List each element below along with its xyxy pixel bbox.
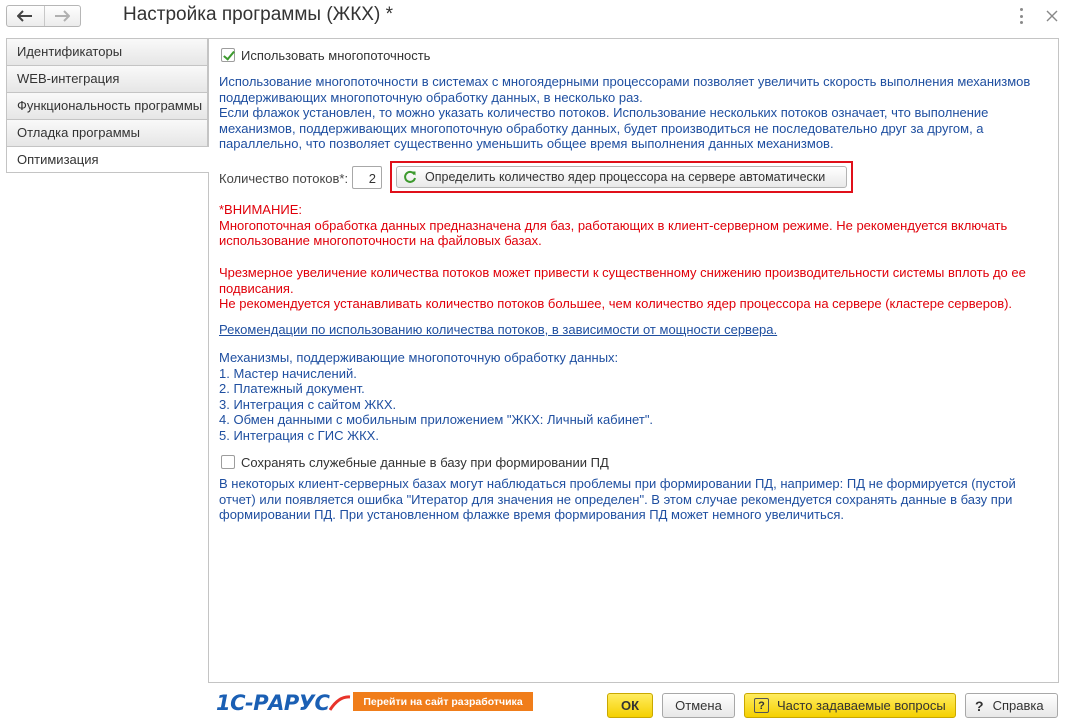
description-line: механизмов, поддерживающих многопоточную… [219, 120, 984, 136]
multithreading-description: Использование многопоточности в системах… [219, 74, 1030, 152]
help-icon: ? [975, 697, 984, 714]
window-title: Настройка программы (ЖКХ) * [123, 4, 393, 25]
threads-count-input[interactable]: 2 [352, 166, 382, 189]
warning-block-2: Чрезмерное увеличение количества потоков… [219, 265, 1026, 312]
list-item: 2. Платежный документ. [219, 381, 365, 397]
refresh-icon [404, 170, 416, 183]
tab-debugging[interactable]: Отладка программы [6, 119, 208, 146]
recommendations-link[interactable]: Рекомендации по использованию количества… [219, 322, 777, 337]
description-line: параллельно, что позволяет существенно у… [219, 136, 834, 152]
tab-functionality[interactable]: Функциональность программы [6, 92, 208, 119]
cancel-button[interactable]: Отмена [662, 693, 735, 718]
rarus-logo: 1С-РАРУС [216, 690, 351, 716]
list-item: 5. Интеграция с ГИС ЖКХ. [219, 427, 379, 443]
question-icon: ? [754, 698, 769, 713]
close-icon[interactable] [1044, 8, 1060, 24]
list-item: 1. Мастер начислений. [219, 365, 357, 381]
faq-button[interactable]: ? Часто задаваемые вопросы [744, 693, 956, 718]
list-item: 4. Обмен данными с мобильным приложением… [219, 412, 654, 428]
arrow-right-icon [55, 10, 71, 22]
detect-cores-button[interactable]: Определить количество ядер процессора на… [396, 166, 847, 188]
save-service-description: В некоторых клиент-серверных базах могут… [219, 476, 1016, 523]
forward-button[interactable] [43, 6, 81, 26]
settings-tabs: Идентификаторы WEB-интеграция Функционал… [6, 38, 209, 173]
description-line: формировании ПД. При установленном флажк… [219, 507, 844, 523]
logo-swoosh-icon [329, 695, 351, 711]
mechanisms-list: Механизмы, поддерживающие многопоточную … [219, 350, 653, 444]
description-line: Использование многопоточности в системах… [219, 74, 1031, 89]
use-multithreading-checkbox[interactable] [221, 48, 235, 62]
ok-button[interactable]: ОК [607, 693, 653, 718]
warning-line: Многопоточная обработка данных предназна… [219, 217, 1008, 233]
list-item: Механизмы, поддерживающие многопоточную … [219, 350, 619, 365]
warning-line: использование многопоточности на файловы… [219, 233, 542, 249]
warning-line: *ВНИМАНИЕ: [219, 202, 302, 217]
arrow-left-icon [17, 10, 33, 22]
tab-optimization[interactable]: Оптимизация [6, 146, 209, 173]
title-bar: Настройка программы (ЖКХ) * [0, 0, 1071, 34]
help-label: Справка [992, 698, 1044, 713]
navigation-buttons [6, 5, 81, 27]
description-line: поддерживающих многопоточную обработку д… [219, 89, 643, 105]
back-button[interactable] [7, 6, 44, 26]
warning-line: Чрезмерное увеличение количества потоков… [219, 265, 1026, 280]
logo-text: 1С-РАРУС [216, 691, 330, 715]
more-menu-icon[interactable] [1016, 8, 1026, 24]
tab-web-integration[interactable]: WEB-интеграция [6, 65, 208, 92]
description-line: Если флажок установлен, то можно указать… [219, 105, 989, 121]
use-multithreading-label[interactable]: Использовать многопоточность [241, 48, 430, 63]
save-service-data-label[interactable]: Сохранять служебные данные в базу при фо… [241, 455, 609, 470]
threads-count-label: Количество потоков*: [219, 171, 349, 186]
warning-line: Не рекомендуется устанавливать количеств… [219, 296, 1013, 312]
tab-identifiers[interactable]: Идентификаторы [6, 38, 208, 65]
list-item: 3. Интеграция с сайтом ЖКХ. [219, 396, 397, 412]
help-button[interactable]: ? Справка [965, 693, 1058, 718]
faq-label: Часто задаваемые вопросы [777, 698, 946, 713]
detect-cores-label: Определить количество ядер процессора на… [425, 170, 826, 184]
warning-block-1: *ВНИМАНИЕ: Многопоточная обработка данны… [219, 202, 1007, 249]
warning-line: подвисания. [219, 280, 294, 296]
save-service-data-checkbox[interactable] [221, 455, 235, 469]
description-line: отчет) или появляется ошибка "Итератор д… [219, 491, 1013, 507]
developer-site-button[interactable]: Перейти на сайт разработчика [353, 692, 533, 711]
description-line: В некоторых клиент-серверных базах могут… [219, 476, 1016, 491]
